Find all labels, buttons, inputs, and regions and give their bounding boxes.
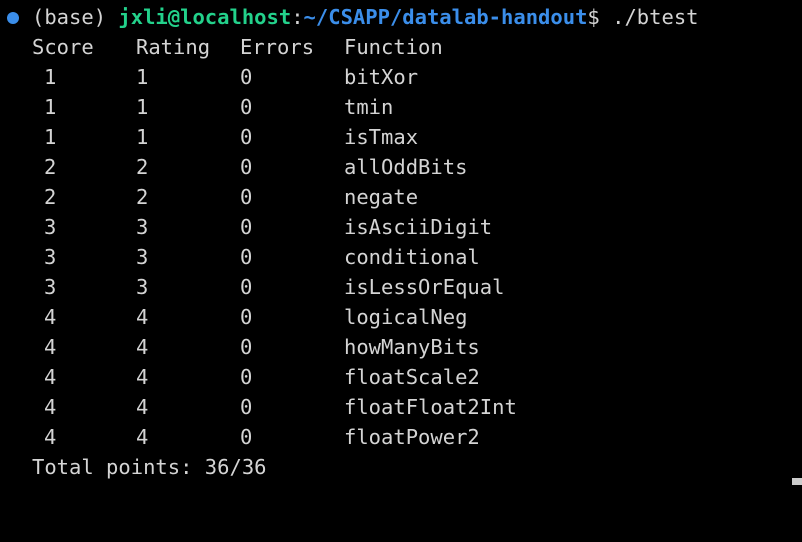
row-errors: 0: [240, 395, 253, 419]
header-rating: Rating: [136, 35, 211, 59]
row-errors: 0: [240, 125, 253, 149]
row-errors: 0: [240, 155, 253, 179]
prompt-env: (base): [32, 5, 107, 29]
row-score: 2: [44, 155, 57, 179]
row-score: 1: [44, 65, 57, 89]
row-errors: 0: [240, 185, 253, 209]
row-function: isLessOrEqual: [344, 275, 505, 299]
table-header-row: Score Rating Errors Function: [0, 32, 802, 62]
row-score: 4: [44, 425, 57, 449]
row-score: 4: [44, 365, 57, 389]
prompt-cwd: ~/CSAPP/datalab-handout: [303, 5, 588, 29]
row-rating: 1: [136, 95, 149, 119]
table-row: 3 3 0 isAsciiDigit: [0, 212, 802, 242]
row-function: tmin: [344, 95, 394, 119]
total-line: Total points: 36/36: [0, 452, 802, 482]
row-score: 4: [44, 395, 57, 419]
row-errors: 0: [240, 215, 253, 239]
row-score: 3: [44, 245, 57, 269]
total-points: Total points: 36/36: [32, 455, 267, 479]
row-function: allOddBits: [344, 155, 468, 179]
table-row: 4 4 0 logicalNeg: [0, 302, 802, 332]
row-errors: 0: [240, 95, 253, 119]
table-row: 4 4 0 floatPower2: [0, 422, 802, 452]
prompt-user-host: jxli@localhost: [118, 5, 292, 29]
row-function: bitXor: [344, 65, 419, 89]
row-score: 3: [44, 215, 57, 239]
prompt-line: (base) jxli@localhost:~/CSAPP/datalab-ha…: [0, 2, 802, 32]
prompt-symbol: $: [587, 5, 600, 29]
terminal-window[interactable]: (base) jxli@localhost:~/CSAPP/datalab-ha…: [0, 0, 802, 485]
row-function: floatFloat2Int: [344, 395, 517, 419]
row-score: 1: [44, 95, 57, 119]
row-rating: 4: [136, 425, 149, 449]
table-row: 4 4 0 floatScale2: [0, 362, 802, 392]
row-rating: 3: [136, 215, 149, 239]
table-row: 1 1 0 isTmax: [0, 122, 802, 152]
table-row: 4 4 0 floatFloat2Int: [0, 392, 802, 422]
prompt-separator: :: [291, 5, 304, 29]
table-row: 1 1 0 tmin: [0, 92, 802, 122]
row-function: negate: [344, 185, 419, 209]
terminal-cursor: [792, 478, 802, 485]
prompt: (base) jxli@localhost:~/CSAPP/datalab-ha…: [32, 2, 699, 32]
row-score: 3: [44, 275, 57, 299]
row-function: isAsciiDigit: [344, 215, 493, 239]
header-function: Function: [344, 35, 443, 59]
table-row: 2 2 0 negate: [0, 182, 802, 212]
row-rating: 2: [136, 185, 149, 209]
row-function: howManyBits: [344, 335, 480, 359]
row-function: floatScale2: [344, 365, 480, 389]
prompt-command: ./btest: [599, 5, 699, 29]
row-score: 4: [44, 335, 57, 359]
row-rating: 4: [136, 395, 149, 419]
table-row: 1 1 0 bitXor: [0, 62, 802, 92]
row-score: 4: [44, 305, 57, 329]
table-row: 4 4 0 howManyBits: [0, 332, 802, 362]
table-row: 3 3 0 conditional: [0, 242, 802, 272]
row-rating: 4: [136, 365, 149, 389]
row-rating: 3: [136, 245, 149, 269]
row-rating: 3: [136, 275, 149, 299]
table-row: 3 3 0 isLessOrEqual: [0, 272, 802, 302]
table-row: 2 2 0 allOddBits: [0, 152, 802, 182]
header-score: Score: [32, 35, 94, 59]
row-function: floatPower2: [344, 425, 480, 449]
row-errors: 0: [240, 245, 253, 269]
row-score: 2: [44, 185, 57, 209]
row-errors: 0: [240, 335, 253, 359]
row-function: isTmax: [344, 125, 419, 149]
row-rating: 1: [136, 125, 149, 149]
row-errors: 0: [240, 305, 253, 329]
command-status-dot-icon[interactable]: [7, 12, 19, 24]
header-errors: Errors: [240, 35, 315, 59]
row-function: conditional: [344, 245, 480, 269]
row-rating: 4: [136, 305, 149, 329]
row-errors: 0: [240, 365, 253, 389]
row-function: logicalNeg: [344, 305, 468, 329]
row-rating: 2: [136, 155, 149, 179]
row-rating: 1: [136, 65, 149, 89]
row-errors: 0: [240, 275, 253, 299]
row-errors: 0: [240, 425, 253, 449]
row-score: 1: [44, 125, 57, 149]
row-rating: 4: [136, 335, 149, 359]
row-errors: 0: [240, 65, 253, 89]
